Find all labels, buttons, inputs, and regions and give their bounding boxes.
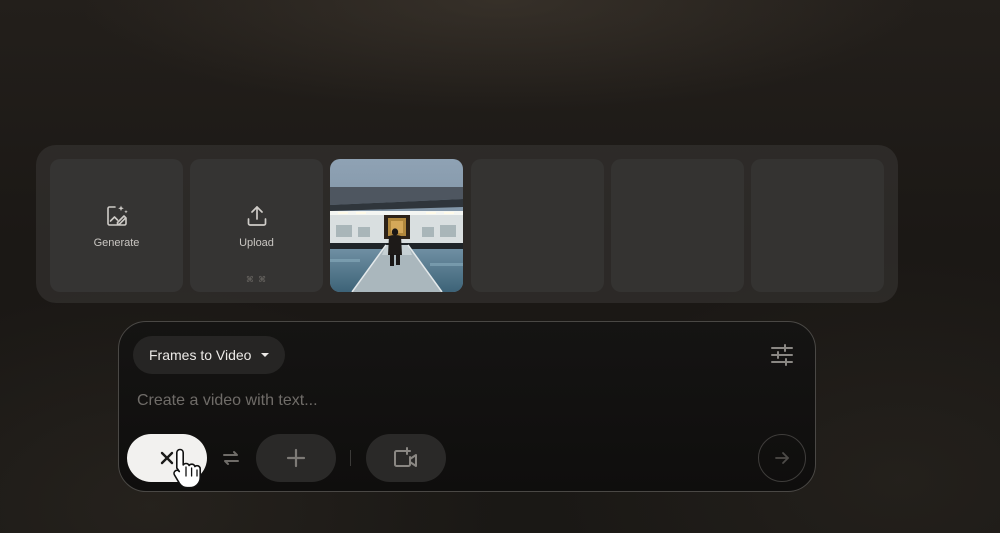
remove-frame-button[interactable]	[127, 434, 207, 482]
mode-label: Frames to Video	[149, 347, 252, 363]
upload-label: Upload	[239, 236, 274, 249]
frame-strip: Generate Upload ⌘ ⌘	[36, 145, 898, 303]
empty-frame-slot[interactable]	[751, 159, 884, 292]
add-frame-button[interactable]	[256, 434, 336, 482]
empty-frame-slot[interactable]	[471, 159, 604, 292]
plus-icon	[286, 448, 306, 468]
image-sparkle-icon	[106, 205, 128, 226]
upload-tile[interactable]: Upload ⌘ ⌘	[190, 159, 323, 292]
empty-frame-slot[interactable]	[611, 159, 744, 292]
close-icon	[160, 451, 174, 465]
add-video-button[interactable]	[366, 434, 446, 482]
prompt-composer: Frames to Video	[118, 321, 816, 492]
prompt-input[interactable]	[137, 388, 737, 414]
generate-tile[interactable]: Generate	[50, 159, 183, 292]
museum-corridor-image	[330, 159, 463, 292]
arrow-right-icon	[775, 452, 789, 464]
upload-shortcut-hint: ⌘ ⌘	[245, 275, 268, 284]
generate-label: Generate	[93, 236, 140, 249]
selected-frame-thumbnail[interactable]	[330, 159, 463, 292]
toolbar-divider	[350, 450, 351, 466]
tune-sliders-icon[interactable]	[769, 342, 795, 368]
add-video-icon	[394, 447, 417, 467]
swap-arrows-icon[interactable]	[219, 446, 243, 470]
mode-dropdown[interactable]: Frames to Video	[133, 336, 286, 374]
caret-down-icon	[261, 353, 270, 357]
send-button[interactable]	[758, 434, 806, 482]
upload-icon	[247, 205, 266, 226]
